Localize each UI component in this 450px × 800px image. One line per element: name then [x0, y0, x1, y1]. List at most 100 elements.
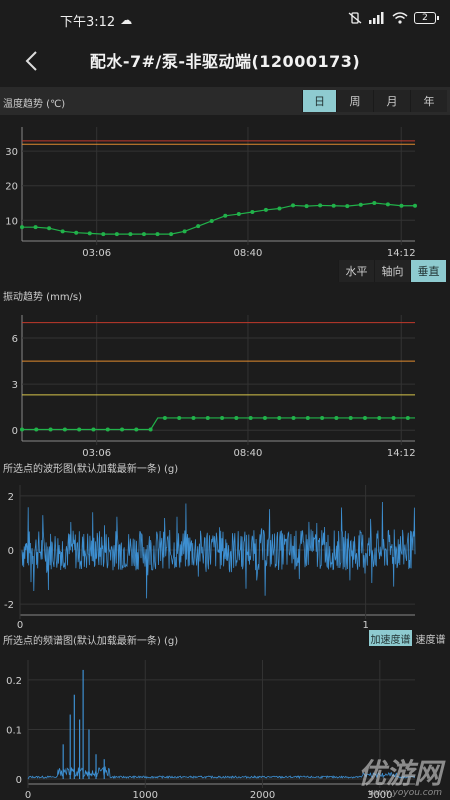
- data-point: [62, 427, 67, 432]
- data-point: [236, 212, 241, 217]
- nav-header: 配水-7#/泵-非驱动端(12000173): [0, 40, 450, 80]
- direction-axial-button[interactable]: 轴向: [374, 260, 410, 282]
- data-point: [34, 427, 39, 432]
- data-point: [182, 229, 187, 234]
- x-tick-label: 0: [25, 790, 31, 800]
- series-line: [22, 417, 415, 431]
- temperature-label: 温度趋势 (℃): [3, 99, 66, 110]
- data-point: [105, 427, 110, 432]
- data-point: [162, 415, 167, 420]
- direction-vertical-button[interactable]: 垂直: [410, 260, 446, 282]
- vibration-label: 振动趋势 (mm/s): [3, 292, 83, 303]
- data-point: [248, 415, 253, 420]
- status-bar: 下午3:12 ☁ 2: [0, 0, 450, 40]
- cloud-icon: ☁: [120, 13, 133, 27]
- data-point: [331, 203, 336, 208]
- data-point: [74, 230, 79, 235]
- data-point: [101, 232, 106, 237]
- data-point: [318, 203, 323, 208]
- data-point: [345, 204, 350, 209]
- x-tick-label: 03:06: [82, 248, 111, 259]
- spectrum-signal: [27, 766, 416, 780]
- data-point: [91, 427, 96, 432]
- data-point: [320, 415, 325, 420]
- data-point: [155, 232, 160, 237]
- watermark-sub: www.yoyou.com: [368, 788, 442, 798]
- data-point: [48, 427, 53, 432]
- data-point: [405, 415, 410, 420]
- data-point: [196, 224, 201, 229]
- data-point: [220, 415, 225, 420]
- acceleration-spectrum-button[interactable]: 加速度谱: [368, 630, 412, 646]
- vibration-chart[interactable]: 0 3 6 03:06 08:40 14:12: [0, 303, 450, 458]
- vibrate-mute-icon: [348, 12, 362, 24]
- velocity-spectrum-button[interactable]: 速度谱: [412, 630, 448, 646]
- waveform-label: 所选点的波形图(默认加载最新一条) (g): [3, 464, 179, 475]
- wifi-icon: [392, 12, 408, 24]
- data-point: [87, 231, 92, 236]
- data-point: [262, 415, 267, 420]
- data-point: [277, 415, 282, 420]
- y-tick-label: 3: [12, 380, 18, 391]
- data-point: [77, 427, 82, 432]
- range-week-button[interactable]: 周: [336, 90, 373, 112]
- x-tick-label: 03:06: [82, 448, 111, 458]
- data-point: [277, 206, 282, 211]
- data-point: [20, 225, 24, 230]
- range-selector: 日 周 月 年: [302, 90, 447, 112]
- data-point: [304, 204, 309, 209]
- y-tick-label: 30: [5, 147, 18, 158]
- battery-icon: 2: [414, 12, 439, 24]
- series-line: [22, 202, 415, 235]
- data-point: [372, 201, 377, 205]
- spectrum-type-selector: 加速度谱 速度谱: [368, 630, 448, 646]
- x-tick-label: 0: [17, 620, 23, 630]
- range-day-button[interactable]: 日: [302, 90, 336, 112]
- data-point: [47, 226, 52, 231]
- status-time: 下午3:12: [60, 14, 116, 30]
- waveform-chart[interactable]: -2020 1: [0, 475, 450, 630]
- status-icons: 2: [348, 12, 439, 24]
- direction-selector: 水平 轴向 垂直: [338, 260, 446, 282]
- y-tick-label: 0: [12, 426, 18, 437]
- data-point: [263, 207, 268, 212]
- range-month-button[interactable]: 月: [373, 90, 410, 112]
- x-tick-label: 2000: [250, 790, 275, 800]
- watermark-text: 优游网: [357, 757, 442, 790]
- range-year-button[interactable]: 年: [410, 90, 447, 112]
- data-point: [128, 232, 133, 237]
- data-point: [334, 415, 339, 420]
- battery-level: 2: [422, 13, 428, 23]
- temperature-chart[interactable]: 10 20 30 03:06 08:40 14:12: [0, 115, 450, 260]
- data-point: [391, 415, 396, 420]
- data-point: [234, 415, 239, 420]
- direction-horizontal-button[interactable]: 水平: [338, 260, 374, 282]
- y-tick-label: 0: [8, 546, 14, 557]
- data-point: [399, 203, 404, 208]
- data-point: [33, 225, 38, 230]
- data-point: [209, 218, 214, 223]
- data-point: [120, 427, 125, 432]
- data-point: [348, 415, 353, 420]
- back-arrow-icon[interactable]: [18, 48, 48, 74]
- y-tick-label: 0: [16, 775, 22, 786]
- data-point: [385, 202, 390, 207]
- y-tick-label: 0.1: [6, 725, 22, 736]
- signal-icon: [369, 12, 384, 24]
- y-tick-label: -2: [4, 600, 14, 611]
- data-point: [250, 209, 255, 214]
- watermark-logo: 优游网 www.yoyou.com: [358, 752, 442, 798]
- y-tick-label: 2: [8, 492, 14, 503]
- page-title: 配水-7#/泵-非驱动端(12000173): [89, 52, 361, 71]
- data-point: [148, 427, 153, 432]
- data-point: [141, 232, 146, 237]
- data-point: [362, 415, 367, 420]
- data-point: [169, 232, 174, 237]
- data-point: [114, 232, 119, 237]
- data-point: [358, 202, 363, 207]
- x-tick-label: 08:40: [234, 248, 263, 259]
- x-tick-label: 14:12: [387, 248, 416, 259]
- waveform-header: 所选点的波形图(默认加载最新一条) (g): [0, 458, 450, 475]
- x-tick-label: 1000: [133, 790, 158, 800]
- data-point: [377, 415, 382, 420]
